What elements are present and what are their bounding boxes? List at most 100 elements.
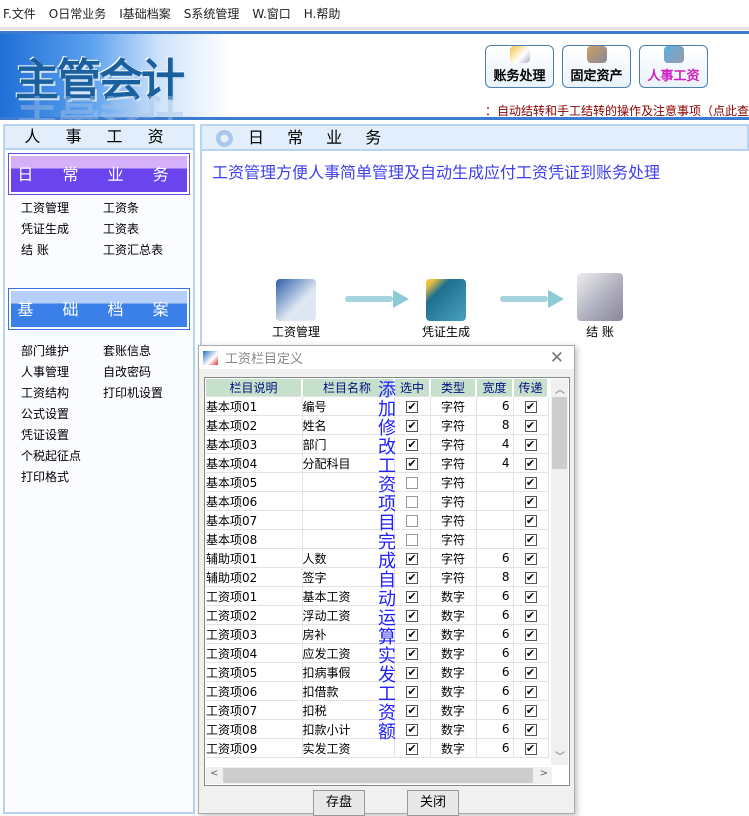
- checkbox[interactable]: ✔: [524, 590, 537, 603]
- nav-salary-manage[interactable]: 工资管理: [21, 199, 103, 216]
- cell-selected[interactable]: ✔: [394, 434, 431, 454]
- cell-selected[interactable]: [394, 472, 431, 492]
- cell-pass[interactable]: ✔: [513, 548, 549, 568]
- cell-pass[interactable]: ✔: [513, 472, 549, 492]
- checkbox[interactable]: ✔: [524, 609, 537, 622]
- cell-pass[interactable]: ✔: [513, 529, 549, 549]
- checkbox[interactable]: ✔: [524, 685, 537, 698]
- checkbox[interactable]: ✔: [524, 628, 537, 641]
- scroll-left-icon[interactable]: <: [210, 768, 218, 779]
- scroll-thumb[interactable]: [223, 768, 533, 783]
- cell-pass[interactable]: ✔: [513, 605, 549, 625]
- flow-salary-manage[interactable]: 工资管理: [272, 279, 320, 340]
- checkbox[interactable]: [406, 476, 418, 489]
- checkbox[interactable]: ✔: [524, 552, 537, 565]
- checkbox[interactable]: ✔: [524, 438, 537, 451]
- checkbox[interactable]: ✔: [524, 571, 537, 584]
- checkbox[interactable]: ✔: [406, 552, 418, 565]
- cell-pass[interactable]: ✔: [513, 624, 549, 644]
- cell-pass[interactable]: ✔: [513, 491, 549, 511]
- cell-selected[interactable]: ✔: [394, 700, 431, 720]
- nav-personnel[interactable]: 人事管理: [21, 363, 103, 380]
- cell-selected[interactable]: ✔: [394, 605, 431, 625]
- scroll-down-icon[interactable]: ﹀: [555, 748, 565, 763]
- cell-selected[interactable]: ✔: [394, 396, 431, 416]
- cell-selected[interactable]: ✔: [394, 643, 431, 663]
- cell-selected[interactable]: ✔: [394, 415, 431, 435]
- nav-tax-threshold[interactable]: 个税起征点: [21, 447, 103, 464]
- checkbox[interactable]: ✔: [524, 514, 537, 527]
- scroll-up-icon[interactable]: ︿: [555, 381, 565, 396]
- checkbox[interactable]: ✔: [406, 400, 418, 413]
- nav-print-format[interactable]: 打印格式: [21, 468, 103, 485]
- checkbox[interactable]: ✔: [406, 647, 418, 660]
- cell-pass[interactable]: ✔: [513, 681, 549, 701]
- checkbox[interactable]: ✔: [524, 495, 537, 508]
- checkbox[interactable]: ✔: [524, 400, 537, 413]
- checkbox[interactable]: ✔: [524, 704, 537, 717]
- checkbox[interactable]: [406, 533, 418, 546]
- checkbox[interactable]: ✔: [406, 571, 418, 584]
- cell-selected[interactable]: ✔: [394, 719, 431, 739]
- scroll-right-icon[interactable]: >: [540, 768, 548, 779]
- checkbox[interactable]: ✔: [406, 723, 418, 736]
- cell-selected[interactable]: ✔: [394, 548, 431, 568]
- menu-help[interactable]: H.帮助: [304, 5, 341, 22]
- cell-selected[interactable]: ✔: [394, 624, 431, 644]
- menu-window[interactable]: W.窗口: [252, 5, 290, 22]
- checkbox[interactable]: ✔: [524, 742, 537, 755]
- cell-selected[interactable]: ✔: [394, 662, 431, 682]
- checkbox[interactable]: [406, 495, 418, 508]
- notice-marquee[interactable]: ：自动结转和手工结转的操作及注意事项（点此查: [485, 102, 749, 119]
- cell-selected[interactable]: ✔: [394, 586, 431, 606]
- checkbox[interactable]: ✔: [406, 590, 418, 603]
- cell-pass[interactable]: ✔: [513, 434, 549, 454]
- module-payroll-button[interactable]: 人事工资: [639, 45, 708, 88]
- scroll-thumb[interactable]: [552, 397, 567, 469]
- nav-salary-table[interactable]: 工资表: [103, 220, 185, 237]
- cell-selected[interactable]: [394, 529, 431, 549]
- cell-selected[interactable]: [394, 510, 431, 530]
- flow-voucher-gen[interactable]: 凭证生成: [422, 279, 470, 340]
- cell-selected[interactable]: [394, 491, 431, 511]
- cell-pass[interactable]: ✔: [513, 738, 549, 758]
- checkbox[interactable]: ✔: [524, 723, 537, 736]
- cell-pass[interactable]: ✔: [513, 700, 549, 720]
- close-icon[interactable]: ✕: [550, 348, 564, 368]
- cell-selected[interactable]: ✔: [394, 567, 431, 587]
- nav-dept[interactable]: 部门维护: [21, 342, 103, 359]
- nav-account-info[interactable]: 套账信息: [103, 342, 185, 359]
- checkbox[interactable]: ✔: [524, 533, 537, 546]
- nav-closing[interactable]: 结 账: [21, 241, 103, 258]
- dialog-titlebar[interactable]: 工资栏目定义: [199, 346, 574, 369]
- nav-password[interactable]: 自改密码: [103, 363, 185, 380]
- checkbox[interactable]: ✔: [524, 419, 537, 432]
- checkbox[interactable]: ✔: [524, 476, 537, 489]
- cell-pass[interactable]: ✔: [513, 453, 549, 473]
- menu-base[interactable]: I基础档案: [119, 5, 171, 22]
- nav-payslip[interactable]: 工资条: [103, 199, 185, 216]
- cell-pass[interactable]: ✔: [513, 586, 549, 606]
- checkbox[interactable]: ✔: [524, 457, 537, 470]
- module-assets-button[interactable]: 固定资产: [562, 45, 631, 88]
- horizontal-scrollbar[interactable]: < >: [206, 767, 552, 784]
- close-button[interactable]: 关闭: [407, 790, 459, 816]
- save-button[interactable]: 存盘: [313, 790, 365, 816]
- nav-voucher-gen[interactable]: 凭证生成: [21, 220, 103, 237]
- checkbox[interactable]: ✔: [406, 457, 418, 470]
- nav-salary-summary[interactable]: 工资汇总表: [103, 241, 185, 258]
- checkbox[interactable]: ✔: [524, 666, 537, 679]
- checkbox[interactable]: ✔: [406, 685, 418, 698]
- menu-system[interactable]: S系统管理: [184, 5, 240, 22]
- cell-pass[interactable]: ✔: [513, 396, 549, 416]
- nav-voucher-settings[interactable]: 凭证设置: [21, 426, 103, 443]
- cell-pass[interactable]: ✔: [513, 510, 549, 530]
- checkbox[interactable]: ✔: [406, 438, 418, 451]
- nav-printer[interactable]: 打印机设置: [103, 384, 185, 401]
- cell-selected[interactable]: ✔: [394, 453, 431, 473]
- cell-pass[interactable]: ✔: [513, 567, 549, 587]
- checkbox[interactable]: ✔: [406, 666, 418, 679]
- nav-formula[interactable]: 公式设置: [21, 405, 103, 422]
- menu-file[interactable]: F.文件: [3, 5, 36, 22]
- checkbox[interactable]: ✔: [406, 419, 418, 432]
